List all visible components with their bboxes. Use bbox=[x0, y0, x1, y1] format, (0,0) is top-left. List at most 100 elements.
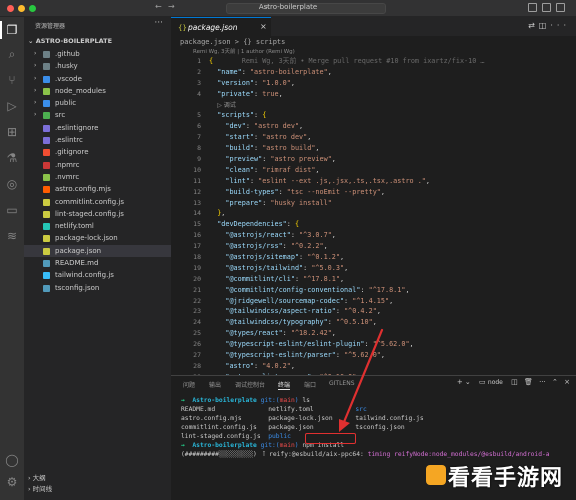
code-line[interactable]: }, bbox=[209, 208, 569, 219]
code-line[interactable]: "@astrojs/react": "^3.0.7", bbox=[209, 230, 569, 241]
tree-item[interactable]: › node_modules bbox=[24, 85, 171, 97]
kill-terminal-icon[interactable]: 🗑 bbox=[524, 378, 533, 386]
toggle-panel-icon[interactable] bbox=[542, 3, 551, 12]
tree-item[interactable]: netlify.toml bbox=[24, 220, 171, 232]
panel-tab[interactable]: 端口 bbox=[304, 380, 316, 389]
settings-gear-icon[interactable]: ⚙ bbox=[5, 475, 19, 489]
tree-item[interactable]: commitlint.config.js bbox=[24, 196, 171, 208]
line-number: 26 bbox=[193, 340, 201, 349]
tree-item[interactable]: .npmrc bbox=[24, 159, 171, 171]
panel-tab[interactable]: 输出 bbox=[209, 380, 221, 389]
more-actions-icon[interactable]: ··· bbox=[550, 21, 570, 30]
terminal-name[interactable]: node bbox=[488, 379, 503, 386]
code-line[interactable]: "astro": "4.0.2", bbox=[209, 361, 569, 372]
tree-item[interactable]: lint-staged.config.js bbox=[24, 208, 171, 220]
tree-item[interactable]: astro.config.mjs bbox=[24, 183, 171, 195]
more-actions-icon[interactable]: ··· bbox=[539, 378, 546, 386]
panel-tab[interactable]: GITLENS bbox=[329, 380, 355, 387]
npm-install-highlight-box bbox=[305, 433, 356, 444]
tree-item[interactable]: › .github bbox=[24, 48, 171, 60]
terminal-line: (#########░░░░░░░░░) ⠸ reify:@esbuild/ai… bbox=[181, 451, 550, 458]
code-line[interactable]: "build": "astro build", bbox=[209, 143, 569, 154]
customize-layout-icon[interactable] bbox=[556, 3, 565, 12]
code-line[interactable]: "clean": "rimraf dist", bbox=[209, 165, 569, 176]
panel-tab[interactable]: 终端 bbox=[278, 380, 291, 390]
maximize-panel-icon[interactable]: ⌃ bbox=[552, 378, 558, 386]
code-line[interactable]: "@typescript-eslint/eslint-plugin": "^5.… bbox=[209, 339, 569, 350]
chevron-right-icon: › bbox=[34, 50, 37, 57]
docker-icon[interactable]: ≋ bbox=[5, 229, 19, 243]
tree-item[interactable]: .nvmrc bbox=[24, 171, 171, 183]
compare-changes-icon[interactable]: ⇄ bbox=[528, 21, 539, 30]
extensions-icon[interactable]: ⊞ bbox=[5, 125, 19, 139]
tree-item[interactable]: › .husky bbox=[24, 60, 171, 72]
tree-item-label: .npmrc bbox=[55, 160, 80, 169]
new-terminal-icon[interactable]: + ⌄ bbox=[457, 378, 471, 386]
code-line[interactable]: "name": "astro-boilerplate", bbox=[209, 67, 569, 78]
search-icon[interactable]: ⌕ bbox=[5, 47, 19, 61]
code-line[interactable]: "@astrojs/tailwind": "^5.0.3", bbox=[209, 263, 569, 274]
workspace-section-header[interactable]: ⌄ ASTRO-BOILERPLATE bbox=[24, 36, 171, 47]
code-line[interactable]: "private": true, bbox=[209, 89, 569, 100]
watermark-text: 看看手游网 bbox=[448, 466, 564, 491]
code-line[interactable]: "@commitlint/config-conventional": "^17.… bbox=[209, 285, 569, 296]
tree-item[interactable]: .eslintrc bbox=[24, 134, 171, 146]
run-debug-icon[interactable]: ▷ bbox=[5, 99, 19, 113]
line-number: 25 bbox=[193, 329, 201, 338]
tree-item[interactable]: › .vscode bbox=[24, 73, 171, 85]
code-line[interactable]: "build-types": "tsc --noEmit --pretty", bbox=[209, 187, 569, 198]
code-line[interactable]: "version": "1.0.0", bbox=[209, 78, 569, 89]
tree-item[interactable]: › src bbox=[24, 109, 171, 121]
split-terminal-icon[interactable]: ◫ bbox=[511, 378, 518, 386]
tree-item[interactable]: README.md bbox=[24, 257, 171, 269]
code-line[interactable]: "@tailwindcss/aspect-ratio": "^0.4.2", bbox=[209, 306, 569, 317]
timeline-section-header[interactable]: › 时间线 bbox=[24, 484, 171, 495]
code-line[interactable]: "scripts": { bbox=[209, 110, 569, 121]
code-line[interactable]: "dev": "astro dev", bbox=[209, 121, 569, 132]
outline-section-header[interactable]: › 大纲 bbox=[24, 473, 171, 484]
accounts-icon[interactable]: ◯ bbox=[5, 453, 19, 467]
tree-item[interactable]: package.json bbox=[24, 244, 171, 258]
explorer-icon[interactable]: ❐ bbox=[0, 21, 19, 39]
code-line[interactable]: "@jridgewell/sourcemap-codec": "^1.4.15"… bbox=[209, 296, 569, 307]
code-line[interactable]: "devDependencies": { bbox=[209, 219, 569, 230]
editor-tab-package-json[interactable]: {} package.json × bbox=[171, 17, 271, 36]
source-control-icon[interactable]: ⑂ bbox=[5, 73, 19, 87]
remote-explorer-icon[interactable]: ▭ bbox=[5, 203, 19, 217]
code-line[interactable]: "start": "astro dev", bbox=[209, 132, 569, 143]
panel-tab[interactable]: 问题 bbox=[183, 380, 195, 389]
line-number: 3 bbox=[197, 78, 201, 87]
code-line[interactable]: "@astrojs/sitemap": "^0.1.2", bbox=[209, 252, 569, 263]
toggle-sidebar-icon[interactable] bbox=[528, 3, 537, 12]
tree-item-label: src bbox=[55, 111, 66, 120]
gitlens-icon[interactable]: ◎ bbox=[5, 177, 19, 191]
blame-header[interactable]: Remi Wg, 3天前 | 1 author (Remi Wg) bbox=[193, 47, 295, 55]
tree-item[interactable]: .eslintignore bbox=[24, 122, 171, 134]
code-editor[interactable]: { Remi Wg, 3天前 • Merge pull request #10 … bbox=[209, 56, 569, 405]
tree-item[interactable]: tsconfig.json bbox=[24, 282, 171, 294]
close-panel-icon[interactable]: × bbox=[564, 378, 570, 386]
testing-icon[interactable]: ⚗ bbox=[5, 151, 19, 165]
code-line[interactable]: ▷ 调试 bbox=[209, 100, 569, 111]
code-line[interactable]: "lint": "eslint --ext .js,.jsx,.ts,.tsx,… bbox=[209, 176, 569, 187]
split-editor-icon[interactable]: ◫ bbox=[539, 21, 551, 30]
code-line[interactable]: "@astrojs/rss": "^0.2.2", bbox=[209, 241, 569, 252]
breadcrumb[interactable]: package.json > {} scripts bbox=[180, 38, 285, 46]
code-line[interactable]: "@types/react": "^18.2.42", bbox=[209, 328, 569, 339]
more-actions-icon[interactable]: ··· bbox=[154, 18, 163, 28]
code-line[interactable]: { Remi Wg, 3天前 • Merge pull request #10 … bbox=[209, 56, 569, 67]
code-line[interactable]: "@typescript-eslint/parser": "^5.62.0", bbox=[209, 350, 569, 361]
tree-item[interactable]: › public bbox=[24, 97, 171, 109]
code-line[interactable]: "@tailwindcss/typography": "^0.5.10", bbox=[209, 317, 569, 328]
file-icon bbox=[43, 284, 50, 292]
code-line[interactable]: "@commitlint/cli": "^17.8.1", bbox=[209, 274, 569, 285]
code-line[interactable]: "preview": "astro preview", bbox=[209, 154, 569, 165]
terminal-icon: ▭ bbox=[479, 378, 486, 386]
panel-tab[interactable]: 调试控制台 bbox=[235, 380, 265, 389]
tree-item[interactable]: .gitignore bbox=[24, 146, 171, 158]
tree-item[interactable]: tailwind.config.js bbox=[24, 269, 171, 281]
code-line[interactable]: "prepare": "husky install" bbox=[209, 198, 569, 209]
tree-item[interactable]: package-lock.json bbox=[24, 232, 171, 244]
close-tab-icon[interactable]: × bbox=[260, 22, 267, 31]
terminal-output[interactable]: → Astro-boilerplate git:(main) ls README.… bbox=[181, 396, 571, 459]
